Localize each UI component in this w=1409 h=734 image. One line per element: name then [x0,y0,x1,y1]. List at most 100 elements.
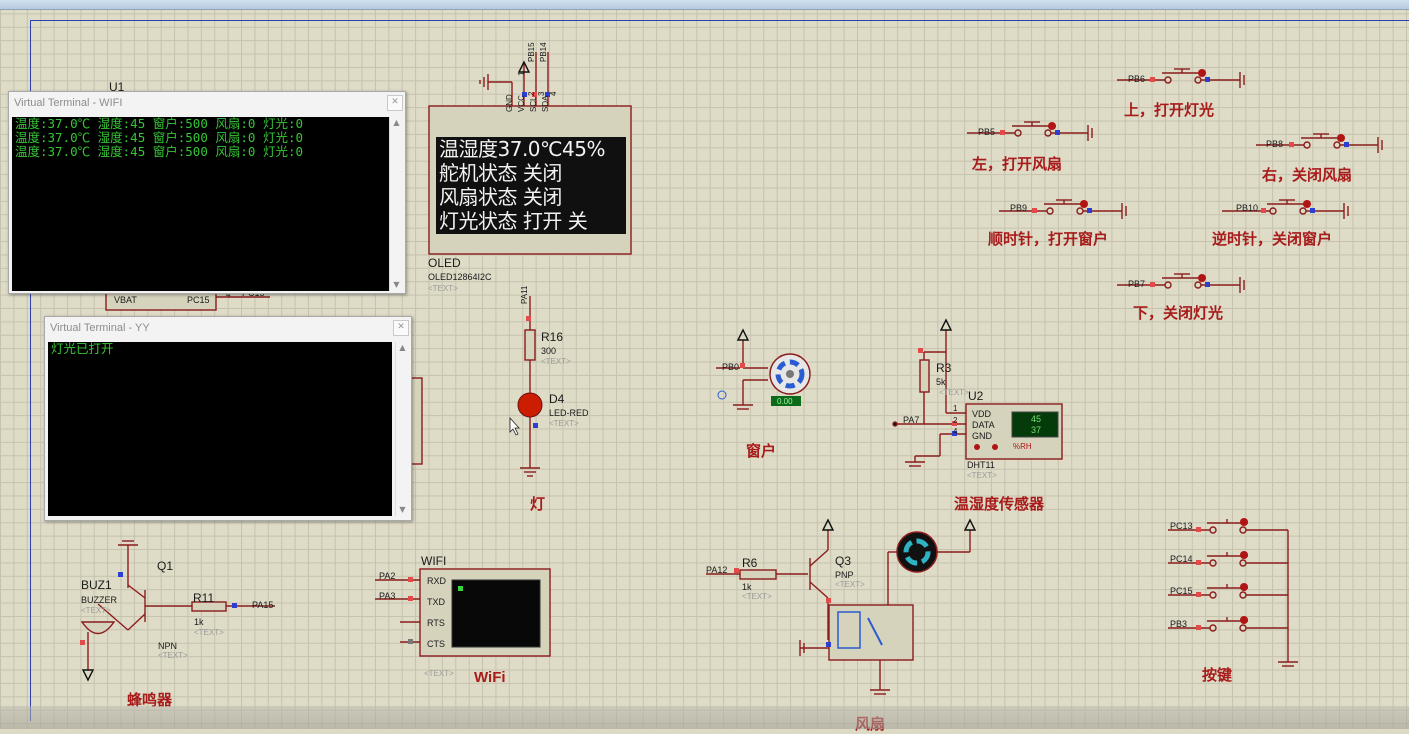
buz1-text-placeholder: <TEXT> [81,606,111,615]
wifi-pin-rxd: RXD [427,576,447,586]
oled-pin-vcc: VCC [517,95,526,112]
mcu-pin-pc15: PC15 [187,295,210,305]
r16-value: 300 [541,346,557,356]
wifi-pin-cts: CTS [427,639,445,649]
key-net-label: PC14 [1170,554,1193,564]
terminal-line: 温度:37.0℃ 湿度:45 窗户:500 风扇:0 灯光:0 [15,130,304,145]
key-net-label: PB3 [1170,619,1188,629]
button-caption: 上，打开灯光 [1124,102,1215,119]
oled-line: 风扇状态 关闭 [439,185,562,209]
wifi-net-label: PA3 [379,591,396,601]
dht11-pin-number: 1 [953,404,958,413]
dht11-pin-vdd: VDD [972,409,992,419]
dht11-pin-gnd: GND [972,431,992,441]
oled-line: 灯光状态 打开 关 [439,209,588,233]
oled-pin-number: 4 [549,91,558,96]
oled-pin-sda: SDA [541,95,550,112]
buz1-label: BUZ1 [81,578,112,592]
dht11-unit: %RH [1013,442,1032,451]
r6-value: 1k [742,582,752,592]
q3-text-placeholder: <TEXT> [835,580,865,589]
terminal-wifi-screen[interactable]: 温度:37.0℃ 湿度:45 窗户:500 风扇:0 灯光:0 温度:37.0℃… [12,117,390,291]
oled-label: OLED [428,256,461,270]
virtual-terminal-yy-window[interactable]: Virtual Terminal - YY ✕ 灯光已打开 ▲ ▼ [44,316,412,521]
scroll-up-icon[interactable]: ▲ [390,117,403,129]
wifi-pin-rts: RTS [427,618,445,628]
button-net-label: PB9 [1010,203,1028,213]
oled-pin-scl: SCL [529,96,538,112]
button-caption: 下，关闭灯光 [1133,305,1224,322]
button-net-label: PB5 [978,127,996,137]
r3-label: R3 [936,361,952,375]
wifi-pin-txd: TXD [427,597,445,607]
r3-text-placeholder: <TEXT> [939,388,969,397]
d4-text-placeholder: <TEXT> [549,419,579,428]
window-net-label: PB0 [722,362,740,372]
oled-pin-number: 1 [517,71,526,76]
r11-label: R11 [193,591,215,605]
wifi-net-label: PA2 [379,571,396,581]
terminal-wifi-scrollbar[interactable]: ▲ ▼ [389,117,403,291]
q3-type: PNP [835,570,854,580]
button-net-label: PB10 [1236,203,1259,213]
key-net-label: PC13 [1170,521,1193,531]
oled-display: 温湿度37.0℃45% 舵机状态 关闭 风扇状态 关闭 灯光状态 打开 关 [436,137,626,234]
wifi-label: WIFI [421,554,447,568]
oled-line: 温湿度37.0℃45% [439,137,605,161]
oled-pin-number: 2 [527,91,536,96]
window-bottom-edge [0,706,1409,729]
oled-net-pb15: PB15 [527,42,536,62]
light-caption: 灯 [530,496,546,513]
oled-net-pb14: PB14 [539,42,548,62]
close-icon[interactable]: ✕ [393,320,409,336]
q1-text-placeholder: <TEXT> [158,651,188,660]
window-caption: 窗户 [746,443,777,460]
mcu-pin-vbat: VBAT [114,295,137,305]
oled-pin-gnd: GND [505,94,514,112]
terminal-line: 灯光已打开 [51,342,114,356]
button-caption: 左，打开风扇 [972,156,1063,173]
dht11-part: DHT11 [967,460,995,470]
keys-caption: 按键 [1202,667,1233,684]
virtual-terminal-wifi-window[interactable]: Virtual Terminal - WIFI ✕ 温度:37.0℃ 湿度:45… [8,91,406,294]
terminal-yy-title[interactable]: Virtual Terminal - YY [45,317,411,339]
scroll-up-icon[interactable]: ▲ [396,342,409,354]
terminal-yy-scrollbar[interactable]: ▲ ▼ [395,342,409,516]
key-net-label: PC15 [1170,586,1193,596]
buzzer-net-label: PA15 [252,600,274,610]
q1-type: NPN [158,641,178,651]
led-net-label: PA11 [520,285,529,304]
u2-label: U2 [968,389,984,403]
close-icon[interactable]: ✕ [387,95,403,111]
d4-part: LED-RED [549,408,589,418]
oled-part: OLED12864I2C [428,272,492,282]
oled-line: 舵机状态 关闭 [439,161,562,185]
mouse-cursor-icon [509,416,520,436]
window-motor-readout: 0.00 [777,397,793,406]
button-net-label: PB7 [1128,279,1146,289]
button-caption: 右，关闭风扇 [1262,167,1353,184]
fan-motor[interactable] [896,531,938,573]
wifi-screen [451,579,541,648]
terminal-line: 温度:37.0℃ 湿度:45 窗户:500 风扇:0 灯光:0 [15,117,304,131]
sensor-caption: 温湿度传感器 [954,496,1045,513]
button-caption: 逆时针，关闭窗户 [1212,231,1333,248]
scroll-down-icon[interactable]: ▼ [390,279,403,291]
terminal-line: 温度:37.0℃ 湿度:45 窗户:500 风扇:0 灯光:0 [15,144,304,159]
fan-net-label: PA12 [706,565,728,575]
oled-text-placeholder: <TEXT> [428,284,458,293]
terminal-wifi-title[interactable]: Virtual Terminal - WIFI [9,92,405,114]
scroll-down-icon[interactable]: ▼ [396,504,409,516]
led-d4[interactable] [517,392,543,418]
terminal-yy-screen[interactable]: 灯光已打开 [48,342,392,516]
oled-pin-number: 3 [537,91,546,96]
q3-label: Q3 [835,554,852,568]
q1-label: Q1 [157,559,174,573]
r16-text-placeholder: <TEXT> [541,357,571,366]
buz1-part: BUZZER [81,595,117,605]
dht11-pin-number: 2 [953,416,958,425]
r3-value: 5k [936,377,946,387]
dht11-pin-data: DATA [972,420,995,430]
r6-text-placeholder: <TEXT> [742,592,772,601]
d4-label: D4 [549,392,565,406]
